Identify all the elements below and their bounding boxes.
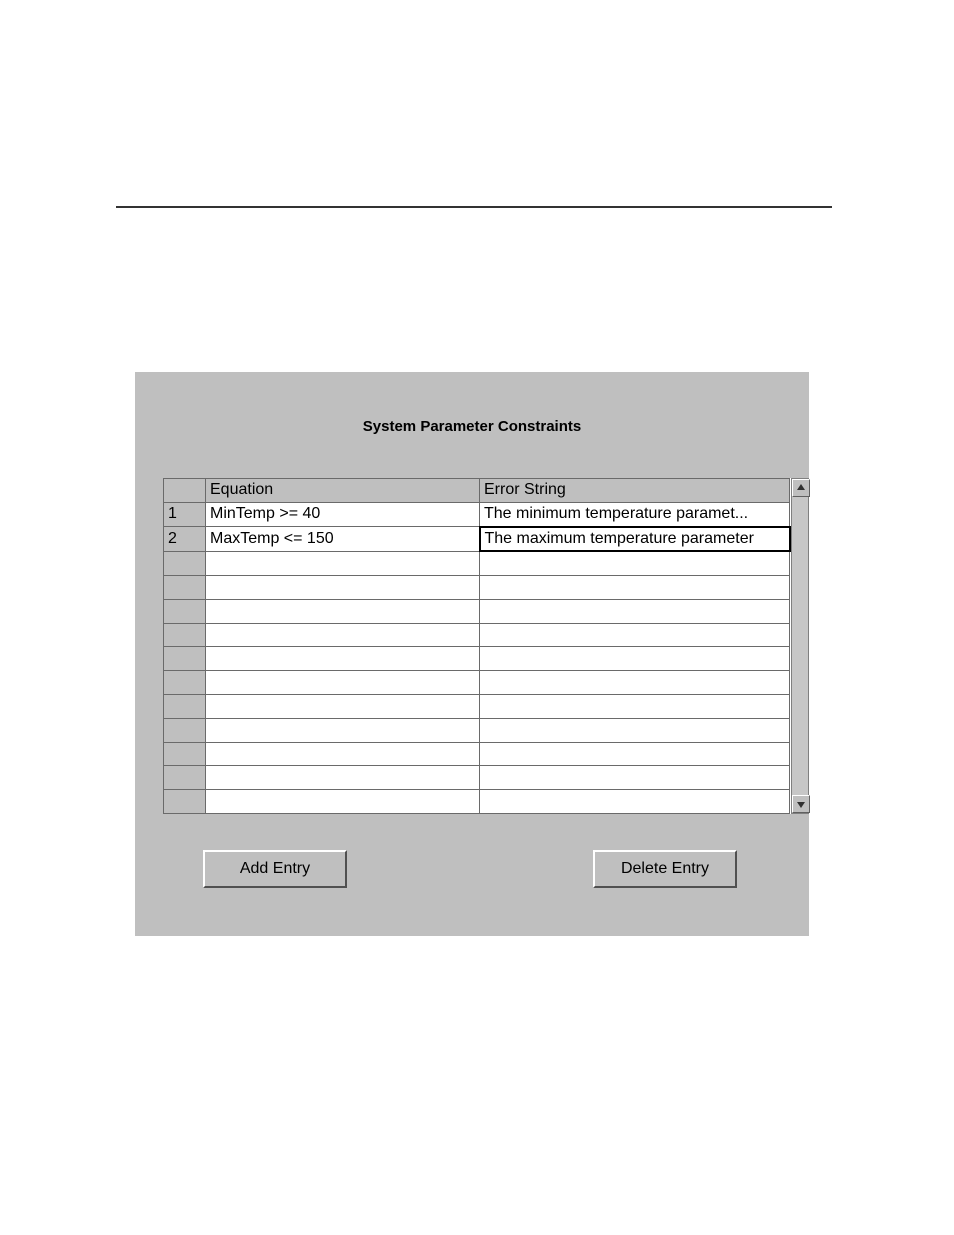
row-number[interactable] bbox=[164, 718, 206, 742]
row-number[interactable] bbox=[164, 623, 206, 647]
cell-equation[interactable] bbox=[206, 599, 480, 623]
table-header-row: Equation Error String bbox=[164, 479, 790, 503]
constraints-table[interactable]: Equation Error String 1MinTemp >= 40The … bbox=[163, 478, 791, 814]
delete-entry-button[interactable]: Delete Entry bbox=[593, 850, 737, 888]
cell-error-string[interactable] bbox=[480, 671, 790, 695]
cell-equation[interactable] bbox=[206, 647, 480, 671]
row-number[interactable] bbox=[164, 551, 206, 575]
table-row[interactable] bbox=[164, 766, 790, 790]
cell-equation[interactable] bbox=[206, 671, 480, 695]
cell-error-string[interactable] bbox=[480, 576, 790, 600]
cell-error-string[interactable] bbox=[480, 742, 790, 766]
cell-error-string[interactable] bbox=[480, 599, 790, 623]
cell-equation[interactable] bbox=[206, 718, 480, 742]
cell-error-string[interactable] bbox=[480, 647, 790, 671]
cell-error-string[interactable] bbox=[480, 718, 790, 742]
vertical-scrollbar[interactable] bbox=[791, 478, 809, 814]
row-number[interactable] bbox=[164, 599, 206, 623]
header-equation[interactable]: Equation bbox=[206, 479, 480, 503]
constraints-grid-wrap: Equation Error String 1MinTemp >= 40The … bbox=[163, 478, 807, 814]
row-number[interactable] bbox=[164, 790, 206, 814]
cell-equation[interactable] bbox=[206, 551, 480, 575]
row-number[interactable] bbox=[164, 766, 206, 790]
scroll-up-button[interactable] bbox=[792, 479, 810, 497]
table-row[interactable] bbox=[164, 551, 790, 575]
row-number[interactable] bbox=[164, 695, 206, 719]
cell-equation[interactable] bbox=[206, 742, 480, 766]
table-row[interactable] bbox=[164, 742, 790, 766]
header-blank bbox=[164, 479, 206, 503]
scroll-down-button[interactable] bbox=[792, 795, 810, 813]
table-row[interactable] bbox=[164, 790, 790, 814]
add-entry-button[interactable]: Add Entry bbox=[203, 850, 347, 888]
cell-equation[interactable] bbox=[206, 790, 480, 814]
cell-error-string[interactable]: The minimum temperature paramet... bbox=[480, 502, 790, 526]
cell-equation[interactable]: MaxTemp <= 150 bbox=[206, 527, 480, 552]
table-row[interactable] bbox=[164, 576, 790, 600]
constraints-panel: System Parameter Constraints Equation Er… bbox=[135, 372, 809, 936]
cell-equation[interactable] bbox=[206, 695, 480, 719]
row-number[interactable]: 2 bbox=[164, 527, 206, 552]
constraints-tbody: Equation Error String 1MinTemp >= 40The … bbox=[164, 479, 790, 814]
row-number[interactable] bbox=[164, 647, 206, 671]
cell-equation[interactable] bbox=[206, 576, 480, 600]
table-row[interactable] bbox=[164, 695, 790, 719]
table-row[interactable]: 2MaxTemp <= 150The maximum temperature p… bbox=[164, 527, 790, 552]
row-number[interactable]: 1 bbox=[164, 502, 206, 526]
row-number[interactable] bbox=[164, 576, 206, 600]
row-number[interactable] bbox=[164, 742, 206, 766]
top-divider bbox=[116, 206, 832, 208]
table-row[interactable]: 1MinTemp >= 40The minimum temperature pa… bbox=[164, 502, 790, 526]
cell-error-string[interactable]: The maximum temperature parameter bbox=[480, 527, 790, 552]
cell-equation[interactable] bbox=[206, 623, 480, 647]
cell-error-string[interactable] bbox=[480, 766, 790, 790]
cell-equation[interactable]: MinTemp >= 40 bbox=[206, 502, 480, 526]
cell-error-string[interactable] bbox=[480, 623, 790, 647]
cell-error-string[interactable] bbox=[480, 551, 790, 575]
panel-title: System Parameter Constraints bbox=[135, 418, 809, 435]
table-row[interactable] bbox=[164, 599, 790, 623]
table-row[interactable] bbox=[164, 671, 790, 695]
cell-error-string[interactable] bbox=[480, 790, 790, 814]
row-number[interactable] bbox=[164, 671, 206, 695]
table-row[interactable] bbox=[164, 718, 790, 742]
cell-equation[interactable] bbox=[206, 766, 480, 790]
table-row[interactable] bbox=[164, 623, 790, 647]
table-row[interactable] bbox=[164, 647, 790, 671]
header-error-string[interactable]: Error String bbox=[480, 479, 790, 503]
cell-error-string[interactable] bbox=[480, 695, 790, 719]
